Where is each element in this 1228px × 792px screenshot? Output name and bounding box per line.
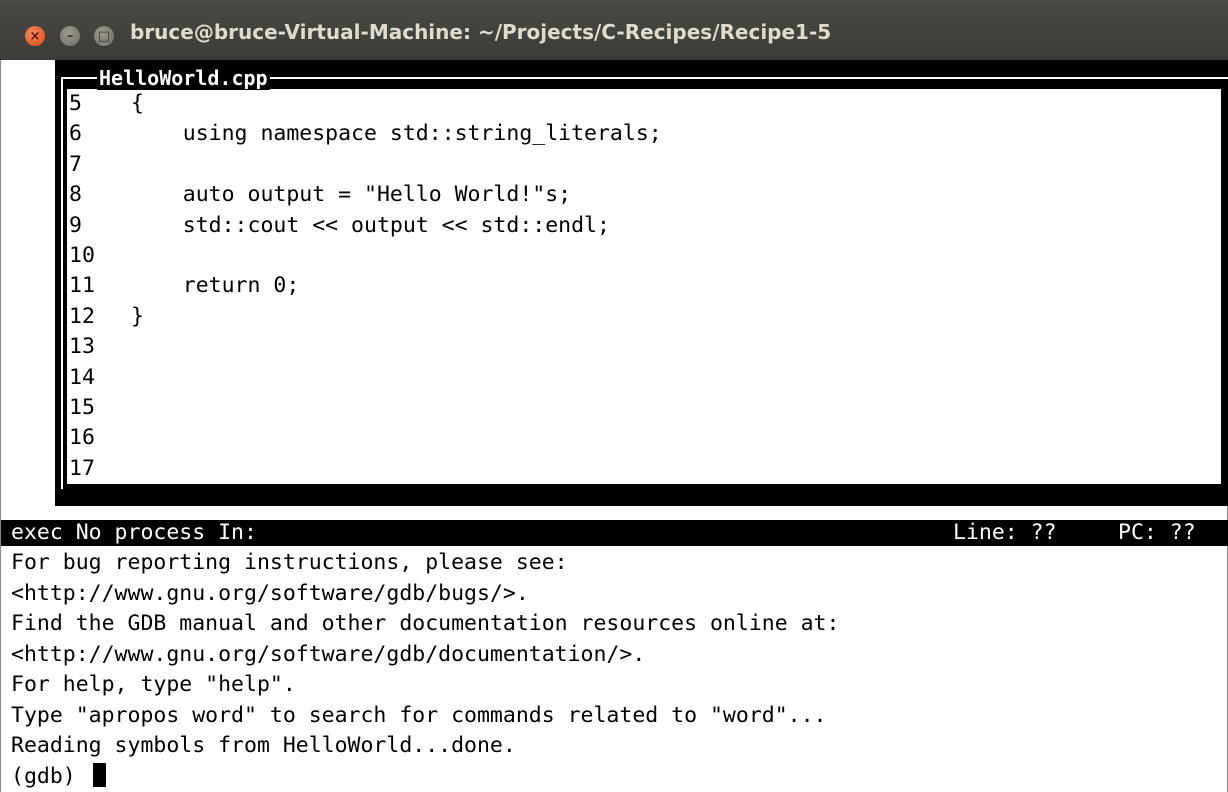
line-number: 17 <box>69 455 95 481</box>
console-line: Find the GDB manual and other documentat… <box>11 611 840 636</box>
code-text: auto output = "Hello World!"s; <box>131 182 572 208</box>
console-line: For bug reporting instructions, please s… <box>11 550 568 575</box>
gdb-console[interactable]: For bug reporting instructions, please s… <box>11 548 1219 792</box>
console-line: <http://www.gnu.org/software/gdb/documen… <box>11 641 646 667</box>
window-title: bruce@bruce-Virtual-Machine: ~/Projects/… <box>130 20 832 44</box>
status-pc: PC: ?? <box>1118 520 1196 545</box>
minimize-icon[interactable]: – <box>60 26 80 46</box>
gdb-prompt-line[interactable]: (gdb) <box>11 762 1219 792</box>
title-bar[interactable]: × – □ bruce@bruce-Virtual-Machine: ~/Pro… <box>0 0 1228 60</box>
source-code-area[interactable]: 5 {6 using namespace std::string_literals… <box>67 89 1221 484</box>
line-number: 14 <box>69 364 95 390</box>
text-cursor <box>92 762 106 787</box>
status-bar: exec No process In: Line: ?? PC: ?? <box>1 520 1228 546</box>
console-line: <http://www.gnu.org/software/gdb/bugs/>. <box>11 580 529 606</box>
status-process: exec No process In: <box>11 520 257 545</box>
code-text: { <box>131 91 144 116</box>
line-number: 15 <box>69 395 95 420</box>
gdb-prompt: (gdb) <box>11 763 89 789</box>
code-text: std::cout << output << std::endl; <box>131 212 610 238</box>
line-number: 5 <box>69 91 82 116</box>
source-filename: HelloWorld.cpp <box>97 66 270 90</box>
line-number: 10 <box>69 243 95 268</box>
line-number: 8 <box>69 182 82 208</box>
line-number: 11 <box>69 273 95 299</box>
maximize-icon[interactable]: □ <box>94 26 114 46</box>
source-frame-left <box>61 77 63 489</box>
source-window: HelloWorld.cpp 5 {6 using namespace std::… <box>55 60 1228 506</box>
code-text: using namespace std::string_literals; <box>131 121 662 147</box>
console-line: Reading symbols from HelloWorld...done. <box>11 733 516 758</box>
line-number: 12 <box>69 303 95 329</box>
line-number: 9 <box>69 212 82 238</box>
terminal[interactable]: HelloWorld.cpp 5 {6 using namespace std::… <box>0 60 1228 792</box>
console-line: Type "apropos word" to search for comman… <box>11 702 827 728</box>
console-line: For help, type "help". <box>11 672 296 697</box>
line-number: 13 <box>69 334 95 360</box>
code-text: return 0; <box>131 273 300 299</box>
close-icon[interactable]: × <box>25 26 45 46</box>
status-line: Line: ?? <box>953 520 1057 545</box>
code-text: } <box>131 303 144 329</box>
line-number: 7 <box>69 151 82 177</box>
line-number: 6 <box>69 121 82 147</box>
line-number: 16 <box>69 425 95 451</box>
